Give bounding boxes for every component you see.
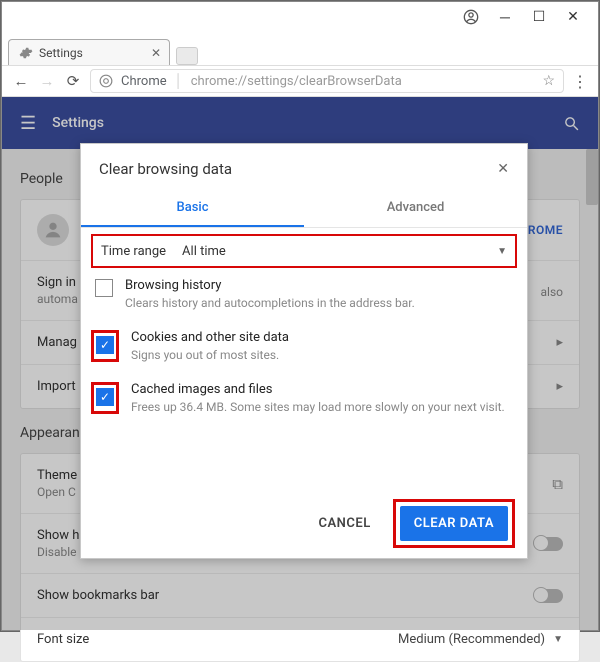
- chrome-icon: [99, 74, 113, 88]
- check-icon: ✓: [100, 338, 110, 352]
- option-cookies[interactable]: ✓ Cookies and other site data Signs you …: [81, 320, 527, 372]
- tab-close-icon[interactable]: ✕: [151, 46, 161, 60]
- reload-button[interactable]: ⟳: [64, 72, 82, 90]
- tab-advanced[interactable]: Advanced: [304, 190, 527, 227]
- gear-icon: [19, 46, 33, 60]
- back-button[interactable]: ←: [12, 72, 30, 90]
- browser-menu-icon[interactable]: ⋮: [572, 72, 588, 91]
- cancel-button[interactable]: CANCEL: [306, 508, 382, 539]
- clear-data-button[interactable]: CLEAR DATA: [400, 506, 508, 541]
- checkbox[interactable]: [95, 279, 113, 297]
- browser-tab-settings[interactable]: Settings ✕: [8, 39, 170, 65]
- bookmark-star-icon[interactable]: ☆: [542, 73, 555, 89]
- dialog-close-button[interactable]: ✕: [497, 161, 509, 177]
- new-tab-button[interactable]: [176, 47, 198, 65]
- minimize-button[interactable]: ─: [488, 5, 522, 29]
- close-window-button[interactable]: ✕: [556, 5, 590, 29]
- checkbox[interactable]: ✓: [96, 388, 114, 406]
- time-range-label: Time range: [101, 244, 166, 259]
- forward-button[interactable]: →: [38, 72, 56, 90]
- address-bar[interactable]: Chrome │ chrome://settings/clearBrowserD…: [90, 69, 564, 93]
- tab-title: Settings: [39, 46, 83, 60]
- option-cached[interactable]: ✓ Cached images and files Frees up 36.4 …: [81, 372, 527, 424]
- check-icon: ✓: [100, 390, 110, 404]
- chevron-down-icon: ▼: [553, 634, 563, 645]
- time-range-value: All time: [182, 244, 226, 259]
- time-range-select[interactable]: Time range All time ▼: [91, 234, 517, 268]
- checkbox[interactable]: ✓: [96, 336, 114, 354]
- option-browsing-history[interactable]: Browsing history Clears history and auto…: [81, 268, 527, 320]
- dialog-title: Clear browsing data: [99, 160, 232, 178]
- url-path: chrome://settings/clearBrowserData: [191, 74, 402, 89]
- maximize-button[interactable]: ☐: [522, 5, 556, 29]
- font-size-select[interactable]: Medium (Recommended) ▼: [398, 632, 563, 647]
- url-host: Chrome: [121, 74, 167, 89]
- chevron-down-icon: ▼: [497, 246, 507, 257]
- clear-browsing-data-dialog: Clear browsing data ✕ Basic Advanced Tim…: [80, 143, 528, 559]
- account-icon[interactable]: [454, 5, 488, 29]
- tab-basic[interactable]: Basic: [81, 190, 304, 227]
